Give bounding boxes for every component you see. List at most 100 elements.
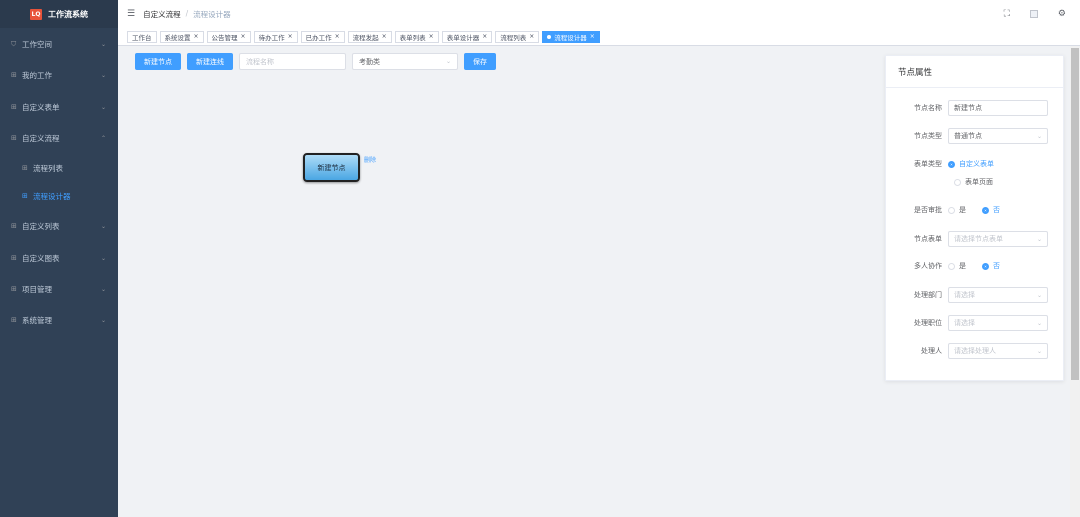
close-icon[interactable]: × [429,33,434,40]
form-type-row: 表单类型 自定义表单 [886,159,1065,169]
tag-form-list[interactable]: 表单列表 × [394,30,439,43]
handler-select[interactable]: 请选择处理人 ⌄ [948,343,1048,359]
sidebar-item-label: 自定义流程 [22,133,60,143]
radio-label: 否 [993,206,1000,214]
sidebar-item-custom-chart[interactable]: ⊞ 自定义图表 ⌄ [0,248,118,268]
tag-label: 流程发起 [352,33,379,42]
close-icon[interactable]: × [382,33,387,40]
tag-label: 系统设置 [164,33,191,42]
radio-circle [982,206,989,214]
sidebar-item-workspace[interactable]: ⛉ 工作空间 ⌄ [0,34,118,54]
close-icon[interactable]: × [529,33,534,40]
fullscreen-icon[interactable]: ⛶ [1004,9,1010,19]
chevron-down-icon: ⌄ [100,103,106,111]
grid-icon: ⊞ [22,164,28,172]
chevron-down-icon: ⌄ [100,222,106,230]
node-type-select[interactable]: 普通节点 ⌄ [948,128,1048,144]
node-delete-link[interactable]: 删除 [364,155,376,164]
form-type-page-radio[interactable]: 表单页面 [954,177,993,187]
close-icon[interactable]: × [590,33,595,40]
sidebar-item-project[interactable]: ⊞ 项目管理 ⌄ [0,279,118,299]
tag-done[interactable]: 已办工作 × [300,30,345,43]
sidebar-item-label: 系统管理 [22,315,52,325]
close-icon[interactable]: × [335,33,340,40]
dept-placeholder: 请选择 [954,291,975,299]
chevron-down-icon: ⌄ [1036,291,1042,299]
radio-label: 表单页面 [965,178,993,186]
breadcrumb-item[interactable]: 自定义流程 [143,9,181,20]
avatar[interactable] [1029,10,1038,18]
category-select[interactable]: 考勤类 ⌄ [352,53,458,70]
flow-node[interactable]: 新建节点 [303,153,360,182]
sidebar-item-my-work[interactable]: ⊞ 我的工作 ⌄ [0,65,118,85]
close-icon[interactable]: × [241,33,246,40]
grid-icon: ⊞ [11,222,17,230]
panel-title: 节点属性 [886,56,1063,88]
active-dot [547,34,552,39]
shield-icon: ⛉ [11,39,17,48]
node-form-placeholder: 请选择节点表单 [954,235,1003,243]
tags-view: 工作台 系统设置 × 公告管理 × 待办工作 × 已办工作 × 流程发起 × 表单列表 × … [118,28,1080,46]
handler-row: 处理人 请选择处理人 ⌄ [886,343,1065,359]
radio-label: 是 [959,206,966,214]
node-name-label: 节点名称 [914,104,942,112]
tag-workbench[interactable]: 工作台 [127,30,157,43]
tag-system-settings[interactable]: 系统设置 × [159,30,204,43]
chevron-down-icon: ⌄ [1036,347,1042,355]
hamburger-icon[interactable]: ☰ [127,9,135,19]
multi-label: 多人协作 [914,262,942,270]
dept-label: 处理部门 [914,291,942,299]
new-line-button[interactable]: 新建连线 [187,53,233,70]
form-type-custom-radio[interactable]: 自定义表单 [948,159,994,169]
sidebar-item-label: 自定义表单 [22,102,60,112]
new-node-button[interactable]: 新建节点 [135,53,181,70]
close-icon[interactable]: × [288,33,293,40]
sidebar-item-custom-flow[interactable]: ⊞ 自定义流程 ⌃ [0,128,118,148]
sidebar-item-label: 项目管理 [22,284,52,294]
close-icon[interactable]: × [194,33,199,40]
tag-notice[interactable]: 公告管理 × [206,30,251,43]
sidebar-item-custom-form[interactable]: ⊞ 自定义表单 ⌄ [0,97,118,117]
scrollbar-thumb[interactable] [1071,48,1079,380]
node-type-row: 节点类型 普通节点 ⌄ [886,128,1065,144]
gear-icon[interactable]: ⚙ [1058,9,1066,19]
sidebar: LQ 工作流系统 ⛉ 工作空间 ⌄ ⊞ 我的工作 ⌄ ⊞ 自定义表单 ⌄ ⊞ 自… [0,0,118,517]
category-value: 考勤类 [359,57,380,66]
chevron-down-icon: ⌄ [100,71,106,79]
node-form-select[interactable]: 请选择节点表单 ⌄ [948,231,1048,247]
approve-no-radio[interactable]: 否 [982,205,1000,215]
tag-flow-list[interactable]: 流程列表 × [495,30,540,43]
tag-label: 流程设计器 [554,33,587,42]
approve-yes-radio[interactable]: 是 [948,205,966,215]
chevron-down-icon: ⌄ [1036,235,1042,243]
chevron-down-icon: ⌄ [1036,319,1042,327]
tag-flow-start[interactable]: 流程发起 × [347,30,392,43]
grid-icon: ⊞ [11,103,17,111]
position-select[interactable]: 请选择 ⌄ [948,315,1048,331]
position-placeholder: 请选择 [954,319,975,327]
node-name-input[interactable]: 新建节点 [948,100,1048,116]
multi-no-radio[interactable]: 否 [982,261,1000,271]
sidebar-item-flow-designer[interactable]: ⊞ 流程设计器 [0,186,118,206]
designer-toolbar: 新建节点 新建连线 流程名称 考勤类 ⌄ 保存 [135,53,496,70]
tag-label: 待办工作 [258,33,285,42]
form-type-label: 表单类型 [914,160,942,168]
sidebar-item-system[interactable]: ⊞ 系统管理 ⌄ [0,310,118,330]
multi-yes-radio[interactable]: 是 [948,261,966,271]
tag-form-designer[interactable]: 表单设计器 × [441,30,493,43]
page-scrollbar[interactable] [1070,46,1080,517]
sidebar-item-flow-list[interactable]: ⊞ 流程列表 [0,158,118,178]
breadcrumb: 自定义流程 / 流程设计器 [143,9,231,20]
flow-name-input[interactable]: 流程名称 [239,53,346,70]
breadcrumb-item: 流程设计器 [193,9,231,19]
sidebar-item-custom-list[interactable]: ⊞ 自定义列表 ⌄ [0,216,118,236]
logo-mark: LQ [30,8,42,20]
save-button[interactable]: 保存 [464,53,496,70]
tag-todo[interactable]: 待办工作 × [253,30,298,43]
form-type-row-2: 表单页面 [886,177,1065,187]
tag-flow-designer[interactable]: 流程设计器 × [542,30,600,43]
close-icon[interactable]: × [482,33,487,40]
approve-row: 是否审批 是 否 [886,205,1065,215]
sidebar-item-label: 工作空间 [22,39,52,49]
dept-select[interactable]: 请选择 ⌄ [948,287,1048,303]
